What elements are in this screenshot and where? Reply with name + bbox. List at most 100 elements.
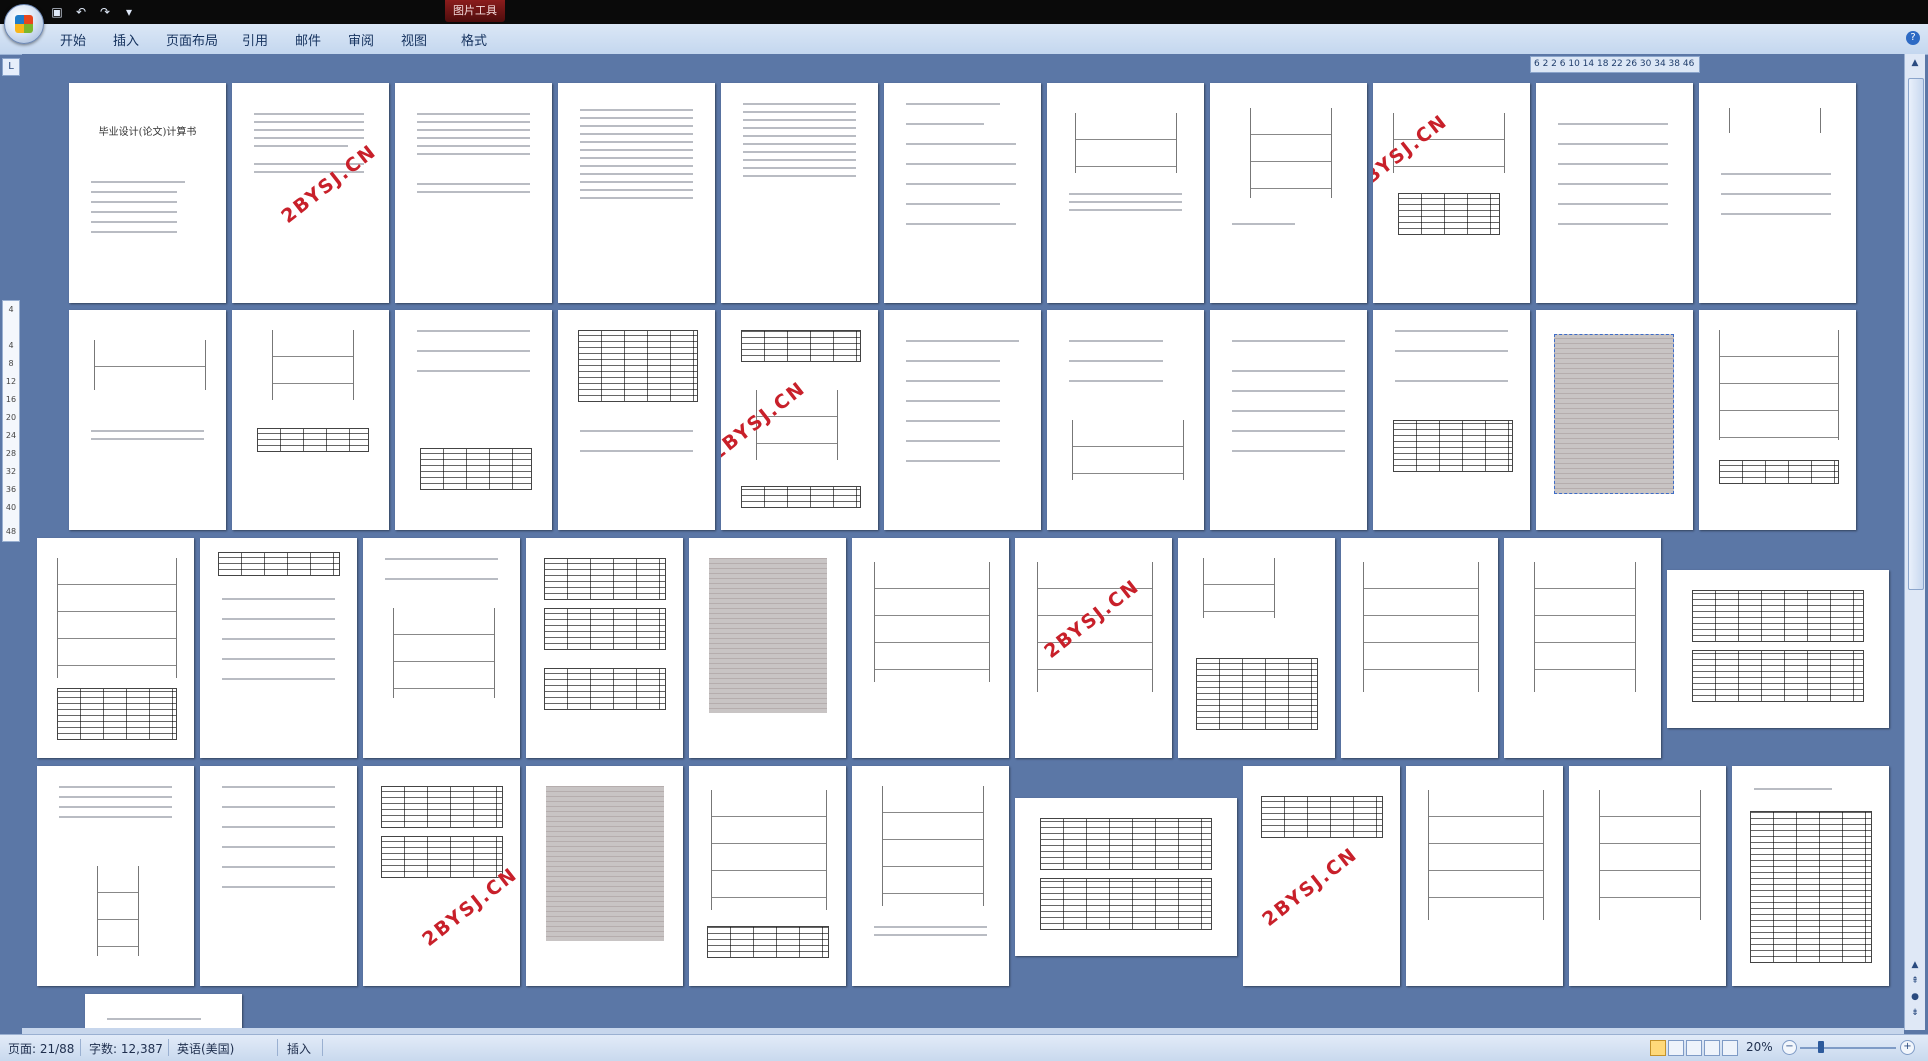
document-page[interactable] — [721, 83, 878, 303]
outline-view-icon[interactable] — [1704, 1040, 1720, 1056]
document-page[interactable] — [1047, 83, 1204, 303]
document-page[interactable] — [37, 538, 194, 758]
document-page[interactable]: 2BYSJ.CN — [721, 310, 878, 530]
document-page[interactable] — [85, 994, 242, 1030]
tab-home[interactable]: 开始 — [60, 30, 86, 49]
web-layout-view-icon[interactable] — [1686, 1040, 1702, 1056]
document-page[interactable] — [1210, 83, 1367, 303]
tab-references[interactable]: 引用 — [242, 30, 268, 49]
document-page[interactable] — [1406, 766, 1563, 986]
document-page[interactable] — [1341, 538, 1498, 758]
document-page[interactable] — [1047, 310, 1204, 530]
document-page[interactable] — [1699, 83, 1856, 303]
document-page[interactable] — [884, 310, 1041, 530]
document-page[interactable] — [69, 310, 226, 530]
watermark-text: 2BYSJ.CN — [277, 140, 381, 228]
document-page[interactable] — [1178, 538, 1335, 758]
zoom-slider[interactable] — [1800, 1047, 1896, 1049]
document-page[interactable] — [1732, 766, 1889, 986]
ruler-tab-selector[interactable]: L — [2, 58, 20, 76]
quick-access-toolbar: ▣ ↶ ↷ ▾ — [48, 3, 138, 21]
tab-review[interactable]: 审阅 — [348, 30, 374, 49]
ruler-mark: 8 — [8, 359, 14, 368]
language-indicator[interactable]: 英语(美国) — [177, 1040, 234, 1057]
ruler-mark: 16 — [5, 395, 17, 404]
zoom-slider-thumb[interactable] — [1818, 1041, 1824, 1053]
document-page[interactable] — [1210, 310, 1367, 530]
ribbon-tab-bar: 开始 插入 页面布局 引用 邮件 审阅 视图 格式 ? — [0, 24, 1928, 55]
ruler-mark: 28 — [5, 449, 17, 458]
title-bar: ▣ ↶ ↷ ▾ 图片工具 — [0, 0, 1928, 24]
scroll-up-icon[interactable]: ▲ — [1909, 960, 1921, 972]
document-page[interactable] — [1699, 310, 1856, 530]
document-page[interactable] — [1373, 310, 1530, 530]
zoom-out-icon[interactable]: − — [1782, 1040, 1797, 1055]
watermark-text: 2BYSJ.CN — [1258, 843, 1362, 931]
document-page[interactable] — [395, 310, 552, 530]
document-page-landscape[interactable] — [1015, 798, 1237, 956]
next-page-icon[interactable]: ⇟ — [1909, 1008, 1921, 1020]
help-icon[interactable]: ? — [1906, 31, 1920, 45]
document-page[interactable] — [852, 766, 1009, 986]
tab-insert[interactable]: 插入 — [113, 30, 139, 49]
document-workspace[interactable]: 毕业设计(论文)计算书 2BYSJ.CN 2BYSJ.CN 2BYSJ.CN 2… — [22, 54, 1904, 1030]
ruler-mark: 24 — [5, 431, 17, 440]
document-page[interactable]: 毕业设计(论文)计算书 — [69, 83, 226, 303]
draft-view-icon[interactable] — [1722, 1040, 1738, 1056]
ruler-mark: 40 — [5, 503, 17, 512]
picture-tools-context-tab: 图片工具 — [445, 0, 505, 22]
page-count[interactable]: 页面: 21/88 — [8, 1040, 74, 1057]
document-page[interactable] — [1569, 766, 1726, 986]
word-count[interactable]: 字数: 12,387 — [89, 1040, 163, 1057]
document-page[interactable] — [558, 83, 715, 303]
insert-mode-indicator[interactable]: 插入 — [287, 1040, 311, 1057]
selected-picture[interactable] — [1554, 334, 1674, 494]
document-page[interactable] — [200, 766, 357, 986]
document-page[interactable] — [232, 310, 389, 530]
cover-title: 毕业设计(论文)计算书 — [98, 127, 197, 138]
scroll-up-icon[interactable]: ▲ — [1909, 58, 1921, 70]
document-page[interactable] — [526, 538, 683, 758]
document-page[interactable]: 2BYSJ.CN — [363, 766, 520, 986]
document-page[interactable] — [37, 766, 194, 986]
save-icon[interactable]: ▣ — [48, 5, 66, 19]
document-page[interactable] — [689, 766, 846, 986]
tab-mailings[interactable]: 邮件 — [295, 30, 321, 49]
document-page[interactable] — [395, 83, 552, 303]
document-page[interactable]: 2BYSJ.CN — [232, 83, 389, 303]
document-page[interactable] — [884, 83, 1041, 303]
office-logo-icon — [15, 15, 33, 33]
print-layout-view-icon[interactable] — [1650, 1040, 1666, 1056]
tab-format[interactable]: 格式 — [461, 30, 487, 49]
document-page[interactable] — [526, 766, 683, 986]
document-page[interactable]: 2BYSJ.CN — [1373, 83, 1530, 303]
redo-icon[interactable]: ↷ — [96, 5, 114, 19]
document-page[interactable]: 2BYSJ.CN — [1243, 766, 1400, 986]
ruler-mark: 4 — [8, 341, 14, 350]
customize-icon[interactable]: ▾ — [120, 5, 138, 19]
zoom-in-icon[interactable]: + — [1900, 1040, 1915, 1055]
full-screen-reading-view-icon[interactable] — [1668, 1040, 1684, 1056]
document-page[interactable] — [363, 538, 520, 758]
undo-icon[interactable]: ↶ — [72, 5, 90, 19]
document-page[interactable] — [1536, 310, 1693, 530]
page-number-strip: 6 2 2 6 10 14 18 22 26 30 34 38 46 — [1530, 56, 1700, 73]
vertical-ruler[interactable]: 4 4 8 12 16 20 24 28 32 36 40 48 — [2, 300, 20, 542]
tab-page-layout[interactable]: 页面布局 — [166, 30, 218, 49]
office-button[interactable] — [4, 4, 44, 44]
vertical-scrollbar[interactable]: ▲ ▲ ⇞ ● ⇟ — [1904, 54, 1925, 1030]
document-page[interactable] — [1536, 83, 1693, 303]
document-page[interactable] — [852, 538, 1009, 758]
tab-view[interactable]: 视图 — [401, 30, 427, 49]
document-page[interactable]: 2BYSJ.CN — [1015, 538, 1172, 758]
status-bar: 页面: 21/88 字数: 12,387 英语(美国) 插入 20% − + — [0, 1034, 1928, 1061]
scrollbar-thumb[interactable] — [1908, 78, 1924, 590]
zoom-level[interactable]: 20% — [1746, 1040, 1773, 1054]
document-page[interactable] — [200, 538, 357, 758]
document-page[interactable] — [558, 310, 715, 530]
document-page[interactable] — [1504, 538, 1661, 758]
document-page-landscape[interactable] — [1667, 570, 1889, 728]
previous-page-icon[interactable]: ⇞ — [1909, 976, 1921, 988]
select-browse-object-icon[interactable]: ● — [1909, 992, 1921, 1004]
document-page[interactable] — [689, 538, 846, 758]
